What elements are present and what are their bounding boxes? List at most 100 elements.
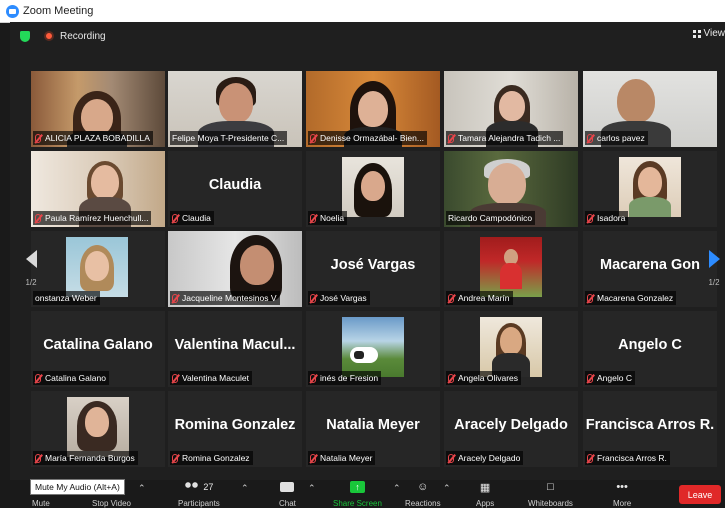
participants-options-caret-icon[interactable]: ⌃ (241, 483, 249, 494)
participant-name-tag: Jacqueline Montesinos V (170, 291, 280, 305)
page-indicator-right: 1/2 (708, 278, 719, 287)
window-titlebar: Zoom Meeting (0, 0, 725, 23)
view-button[interactable]: View (693, 28, 725, 39)
whiteboards-button[interactable]: □ Whiteboards (528, 480, 573, 508)
participant-name-tag: Tamara Alejandra Tadich ... (446, 131, 563, 145)
participant-tile[interactable]: Claudia Claudia (168, 151, 302, 227)
reactions-button[interactable]: ☺ Reactions (405, 480, 441, 508)
participant-tile[interactable]: Jacqueline Montesinos V (168, 231, 302, 307)
next-page-button[interactable]: 1/2 (703, 233, 725, 303)
meeting-topbar: Recording View (10, 22, 725, 50)
share-options-caret-icon[interactable]: ⌃ (393, 483, 401, 494)
mic-muted-icon (587, 214, 593, 223)
participant-name-tag: Angelo C (585, 371, 635, 385)
mic-muted-icon (172, 214, 178, 223)
security-shield-icon[interactable] (20, 31, 30, 42)
participant-display-name: Angelo C (583, 337, 717, 353)
mic-muted-icon (448, 374, 454, 383)
share-screen-icon: ↑ (350, 480, 365, 494)
mic-muted-icon (587, 294, 593, 303)
mic-muted-icon (448, 134, 454, 143)
participant-tile-active-speaker[interactable]: Felipe Moya T-Presidente C... (168, 71, 302, 147)
participants-button[interactable]: 27 Participants (178, 480, 220, 508)
participants-icon: 27 (184, 480, 213, 494)
chevron-left-icon (26, 250, 37, 268)
mic-muted-icon (310, 214, 316, 223)
mic-muted-icon (310, 134, 316, 143)
mic-muted-icon (587, 454, 593, 463)
participant-tile[interactable]: onstanza Weber (31, 231, 165, 307)
participant-name-tag: Ricardo Campodónico (446, 211, 535, 225)
participant-tile[interactable]: María Fernanda Burgos (31, 391, 165, 467)
participant-tile[interactable]: Valentina Macul... Valentina Maculet (168, 311, 302, 387)
participant-video (480, 237, 542, 297)
mic-muted-icon (172, 294, 178, 303)
participant-display-name: Romina Gonzalez (168, 417, 302, 433)
participant-name-tag: Valentina Maculet (170, 371, 252, 385)
participant-tile[interactable]: Andrea Marín (444, 231, 578, 307)
recording-icon (44, 31, 54, 41)
mic-muted-icon (35, 214, 41, 223)
participant-display-name: Natalia Meyer (306, 417, 440, 433)
window-title: Zoom Meeting (23, 5, 93, 17)
mic-muted-icon (587, 374, 593, 383)
participant-tile[interactable]: carlos pavez (583, 71, 717, 147)
participant-display-name: Macarena Gon (583, 257, 717, 273)
leave-button[interactable]: Leave (679, 485, 721, 504)
smiley-icon: ☺ (417, 480, 428, 494)
mic-muted-icon (587, 134, 593, 143)
audio-options-caret-icon[interactable]: ⌃ (138, 483, 146, 494)
mic-muted-icon (35, 134, 41, 143)
participant-tile[interactable]: Aracely Delgado Aracely Delgado (444, 391, 578, 467)
participant-name-tag: Macarena Gonzalez (585, 291, 676, 305)
chat-icon (280, 480, 294, 494)
participant-tile[interactable]: Paula Ramírez Huenchull... (31, 151, 165, 227)
participant-tile[interactable]: Francisca Arros R. Francisca Arros R. (583, 391, 717, 467)
participant-tile[interactable]: José Vargas José Vargas (306, 231, 440, 307)
participant-tile[interactable]: Natalia Meyer Natalia Meyer (306, 391, 440, 467)
mic-muted-icon (448, 294, 454, 303)
previous-page-button[interactable]: 1/2 (20, 233, 42, 303)
participant-display-name: Catalina Galano (31, 337, 165, 353)
mute-tooltip: Mute My Audio (Alt+A) (30, 479, 125, 495)
mic-muted-icon (310, 374, 316, 383)
mic-muted-icon (35, 454, 41, 463)
reactions-options-caret-icon[interactable]: ⌃ (443, 483, 451, 494)
zoom-logo-icon (6, 5, 19, 18)
participant-tile[interactable]: Denisse Ormazábal- Bien... (306, 71, 440, 147)
apps-button[interactable]: ▦ Apps (476, 480, 494, 508)
participant-tile[interactable]: Romina Gonzalez Romina Gonzalez (168, 391, 302, 467)
participant-name-tag: Felipe Moya T-Presidente C... (170, 131, 287, 145)
participant-tile[interactable]: Catalina Galano Catalina Galano (31, 311, 165, 387)
participant-name-tag: inés de Fresion (308, 371, 381, 385)
participant-name-tag: onstanza Weber (33, 291, 100, 305)
participant-tile[interactable]: Isadora (583, 151, 717, 227)
participant-name-tag: Andrea Marín (446, 291, 513, 305)
participant-tile[interactable]: ALICIA PLAZA BOBADILLA (31, 71, 165, 147)
participant-name-tag: José Vargas (308, 291, 370, 305)
participant-name-tag: Noelia (308, 211, 347, 225)
chat-button[interactable]: Chat (279, 480, 296, 508)
view-label: View (704, 28, 725, 39)
participant-tile[interactable]: Angelo C Angelo C (583, 311, 717, 387)
participant-display-name: Valentina Macul... (168, 337, 302, 353)
participant-display-name: Francisca Arros R. (583, 417, 717, 433)
participant-tile[interactable]: Angela Olivares (444, 311, 578, 387)
participant-tile[interactable]: Tamara Alejandra Tadich ... (444, 71, 578, 147)
participant-tile[interactable]: Noelia (306, 151, 440, 227)
participant-video (66, 237, 128, 297)
grid-view-icon (693, 30, 701, 38)
share-screen-button[interactable]: ↑ Share Screen (333, 480, 382, 508)
participant-name-tag: Natalia Meyer (308, 451, 375, 465)
participant-tile[interactable]: Ricardo Campodónico (444, 151, 578, 227)
participant-tile[interactable]: inés de Fresion (306, 311, 440, 387)
chat-options-caret-icon[interactable]: ⌃ (308, 483, 316, 494)
apps-icon: ▦ (480, 480, 490, 494)
participant-tile[interactable]: Macarena Gon Macarena Gonzalez (583, 231, 717, 307)
more-button[interactable]: ••• More (613, 480, 631, 508)
participant-video (67, 397, 129, 457)
participant-video (342, 157, 404, 217)
participant-video (480, 317, 542, 377)
participant-name-tag: Denisse Ormazábal- Bien... (308, 131, 427, 145)
mic-muted-icon (448, 454, 454, 463)
